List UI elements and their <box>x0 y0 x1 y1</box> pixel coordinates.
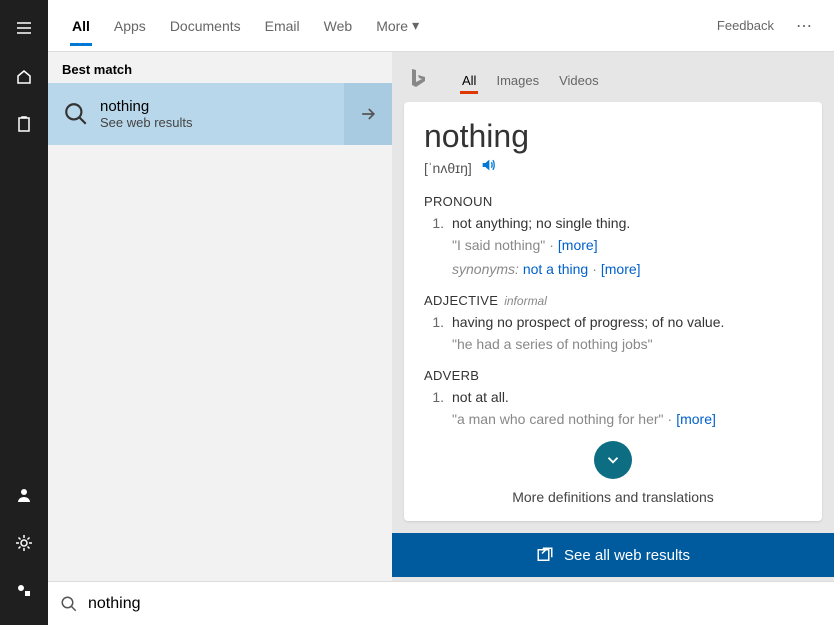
search-icon <box>58 96 94 132</box>
hamburger-icon[interactable] <box>0 4 48 52</box>
part-of-speech: ADJECTIVEinformal <box>424 293 802 308</box>
preview-tab-all[interactable]: All <box>452 58 486 102</box>
search-result-item[interactable]: nothing See web results <box>48 83 392 145</box>
example: "a man who cared nothing for her" <box>452 411 664 427</box>
result-subtitle: See web results <box>100 115 193 130</box>
result-title: nothing <box>100 98 193 115</box>
feedback-icon[interactable] <box>0 567 48 615</box>
headword: nothing <box>424 118 802 155</box>
more-options-icon[interactable]: ⋯ <box>786 16 822 36</box>
part-of-speech: PRONOUN <box>424 194 802 209</box>
pronunciation: [ˈnʌθɪŋ] <box>424 160 472 176</box>
tab-documents[interactable]: Documents <box>158 0 253 52</box>
example: "I said nothing" <box>452 237 545 253</box>
see-all-results-button[interactable]: See all web results <box>392 533 834 577</box>
gear-icon[interactable] <box>0 519 48 567</box>
def-number: 1. <box>424 215 452 231</box>
clipboard-icon[interactable] <box>0 100 48 148</box>
more-link[interactable]: [more] <box>558 237 598 253</box>
feedback-link[interactable]: Feedback <box>705 18 786 33</box>
more-link[interactable]: [more] <box>676 411 716 427</box>
tab-web[interactable]: Web <box>312 0 365 52</box>
search-icon <box>60 595 78 613</box>
def-number: 1. <box>424 389 452 405</box>
open-result-button[interactable] <box>344 83 392 145</box>
more-definitions-label: More definitions and translations <box>512 489 714 505</box>
tab-more[interactable]: More▾ <box>364 0 431 52</box>
home-icon[interactable] <box>0 52 48 100</box>
preview-tab-images[interactable]: Images <box>486 58 549 102</box>
preview-tab-videos[interactable]: Videos <box>549 58 609 102</box>
tab-apps[interactable]: Apps <box>102 0 158 52</box>
definition: not at all. <box>452 389 802 405</box>
synonyms-label: synonyms: <box>452 261 519 277</box>
dictionary-card: nothing [ˈnʌθɪŋ] PRONOUN1.not anything; … <box>404 102 822 521</box>
example: "he had a series of nothing jobs" <box>452 336 653 352</box>
tab-all[interactable]: All <box>60 0 102 52</box>
search-scope-tabs: All Apps Documents Email Web More▾ Feedb… <box>48 0 834 52</box>
definition: not anything; no single thing. <box>452 215 802 231</box>
user-icon[interactable] <box>0 471 48 519</box>
more-link[interactable]: [more] <box>601 261 641 277</box>
chevron-down-icon: ▾ <box>412 17 419 34</box>
def-number: 1. <box>424 314 452 330</box>
speaker-icon[interactable] <box>480 157 496 178</box>
search-input[interactable] <box>88 595 822 613</box>
synonym-link[interactable]: not a thing <box>523 261 588 277</box>
search-bar <box>48 581 834 625</box>
expand-button[interactable] <box>594 441 632 479</box>
definition: having no prospect of progress; of no va… <box>452 314 802 330</box>
best-match-header: Best match <box>48 52 392 83</box>
preview-tabs: All Images Videos <box>392 58 834 102</box>
tab-email[interactable]: Email <box>253 0 312 52</box>
app-rail <box>0 0 48 625</box>
bing-logo-icon <box>408 67 432 94</box>
part-of-speech: ADVERB <box>424 368 802 383</box>
